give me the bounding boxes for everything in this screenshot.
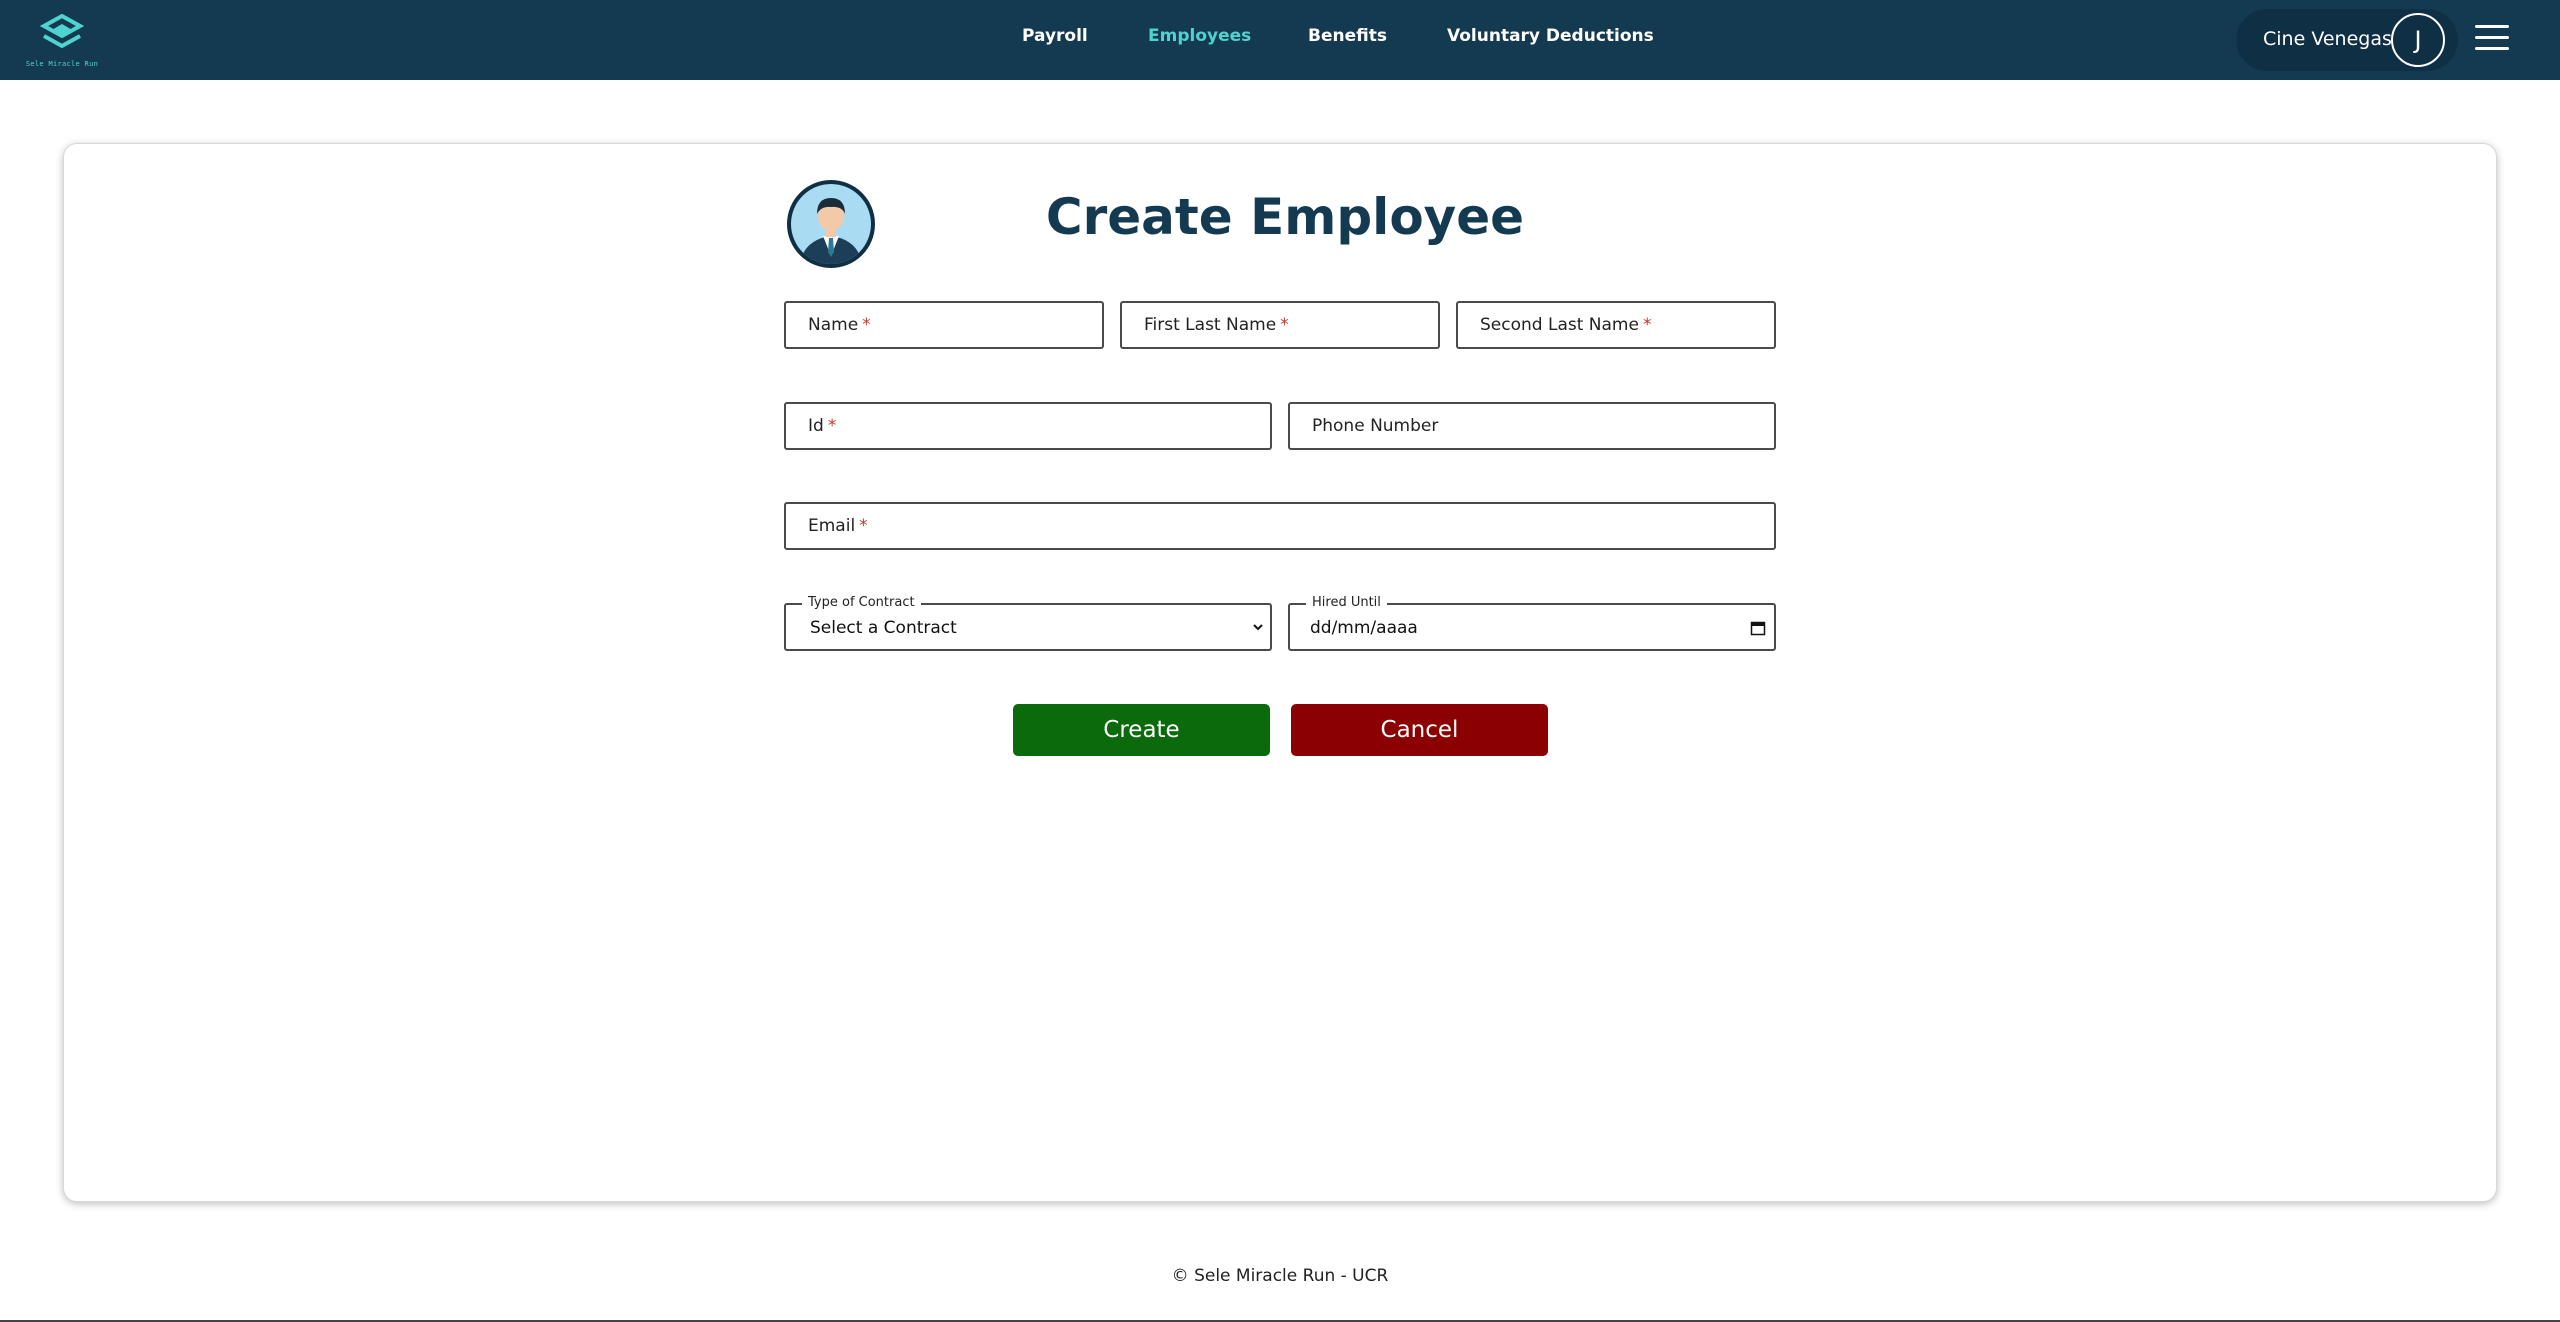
hired-until-date-input[interactable]: Hired Until dd/mm/aaaa <box>1288 595 1776 651</box>
required-mark: * <box>1642 315 1652 335</box>
nav-employees[interactable]: Employees <box>1148 26 1251 46</box>
contract-type-select[interactable]: Type of Contract Select a Contract <box>784 595 1272 651</box>
name-input[interactable]: Name * <box>784 301 1104 349</box>
name-placeholder: Name * <box>808 315 871 335</box>
id-input[interactable]: Id * <box>784 402 1272 450</box>
cancel-button[interactable]: Cancel <box>1291 704 1548 756</box>
second-last-name-placeholder: Second Last Name * <box>1480 315 1652 335</box>
user-avatar: J <box>2391 13 2445 67</box>
nav-benefits[interactable]: Benefits <box>1308 26 1387 46</box>
required-mark: * <box>862 315 871 335</box>
user-menu[interactable]: Cine Venegas J <box>2236 9 2458 71</box>
email-input[interactable]: Email * <box>784 502 1776 550</box>
required-mark: * <box>859 516 868 536</box>
hired-until-value: dd/mm/aaaa <box>1310 618 1418 638</box>
nav-payroll[interactable]: Payroll <box>1022 26 1088 46</box>
main-nav: Payroll Employees Benefits Voluntary Ded… <box>0 26 2560 54</box>
create-button[interactable]: Create <box>1013 704 1270 756</box>
phone-number-input[interactable]: Phone Number <box>1288 402 1776 450</box>
email-placeholder: Email * <box>808 516 868 536</box>
chevron-down-icon <box>1253 624 1263 631</box>
required-mark: * <box>1280 315 1289 335</box>
hired-until-label: Hired Until <box>1306 595 1387 610</box>
first-last-name-placeholder: First Last Name * <box>1144 315 1289 335</box>
required-mark: * <box>827 416 837 436</box>
footer-copyright: © Sele Miracle Run - UCR <box>1171 1266 1389 1286</box>
phone-number-placeholder: Phone Number <box>1312 416 1439 436</box>
user-name: Cine Venegas <box>2263 28 2392 50</box>
page-title: Create Employee <box>1045 188 1525 246</box>
hamburger-icon[interactable] <box>2475 23 2509 53</box>
second-last-name-input[interactable]: Second Last Name * <box>1456 301 1776 349</box>
nav-voluntary-deductions[interactable]: Voluntary Deductions <box>1447 26 1654 46</box>
id-placeholder: Id * <box>808 416 837 436</box>
employee-avatar-icon <box>787 180 875 268</box>
contract-type-label: Type of Contract <box>802 595 921 610</box>
brand-name: Sele Miracle Run <box>25 60 99 68</box>
calendar-icon[interactable] <box>1750 620 1766 636</box>
first-last-name-input[interactable]: First Last Name * <box>1120 301 1440 349</box>
contract-type-value: Select a Contract <box>810 618 957 638</box>
top-navbar: Sele Miracle Run Payroll Employees Benef… <box>0 0 2560 80</box>
